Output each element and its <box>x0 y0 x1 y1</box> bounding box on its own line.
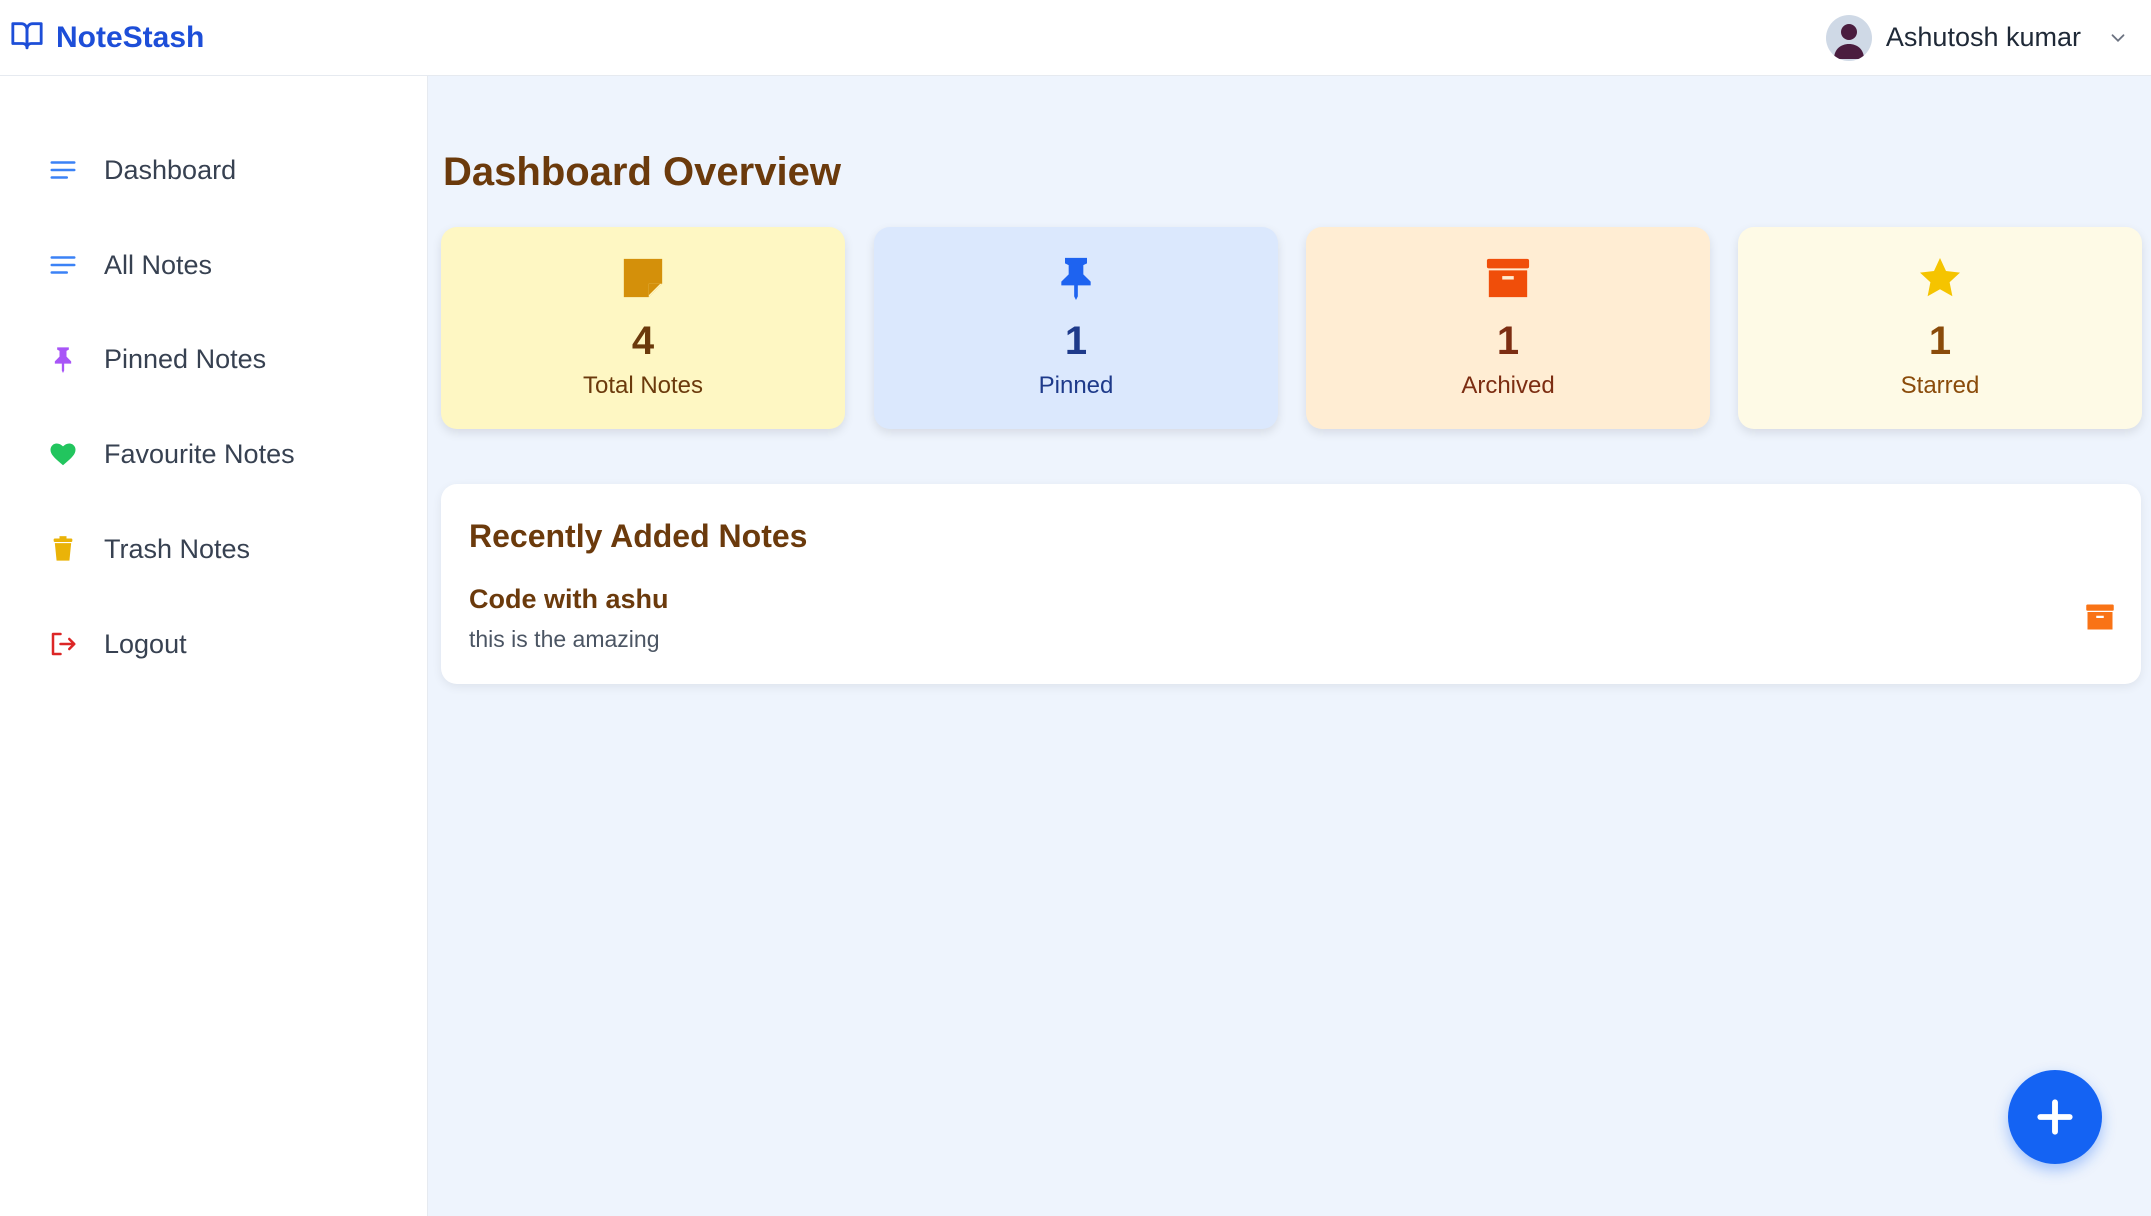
chevron-down-icon[interactable] <box>2107 27 2129 49</box>
note-title[interactable]: Code with ashu <box>469 584 669 615</box>
stat-card-pinned[interactable]: 1 Pinned <box>874 227 1278 429</box>
avatar[interactable] <box>1825 14 1872 61</box>
book-icon <box>10 18 44 57</box>
pin-icon <box>1051 253 1101 303</box>
star-icon <box>1915 253 1965 303</box>
main-content: Dashboard Overview 4 Total Notes 1 Pinne… <box>429 76 2151 1216</box>
sidebar-item-trash-notes[interactable]: Trash Notes <box>46 524 386 574</box>
stat-card-archived[interactable]: 1 Archived <box>1306 227 1710 429</box>
sidebar-item-label: Pinned Notes <box>104 343 267 374</box>
sidebar-item-favourite-notes[interactable]: Favourite Notes <box>46 429 386 479</box>
sidebar: Dashboard All Notes Pinned Notes Favouri… <box>0 76 428 1216</box>
sidebar-item-pinned-notes[interactable]: Pinned Notes <box>46 334 386 384</box>
trash-icon <box>46 532 80 566</box>
stat-card-starred[interactable]: 1 Starred <box>1738 227 2142 429</box>
stat-value: 1 <box>1496 319 1520 363</box>
brand[interactable]: NoteStash <box>10 18 204 57</box>
sidebar-item-label: Logout <box>104 628 187 659</box>
page-title: Dashboard Overview <box>443 150 841 194</box>
archive-icon[interactable] <box>2085 602 2115 632</box>
note-body: this is the amazing <box>469 626 660 652</box>
stat-label: Total Notes <box>582 372 704 399</box>
sidebar-item-label: Dashboard <box>104 154 237 185</box>
heart-icon <box>46 437 80 471</box>
sidebar-item-logout[interactable]: Logout <box>46 619 386 669</box>
app-name: NoteStash <box>56 20 205 54</box>
recent-notes-title: Recently Added Notes <box>469 518 808 554</box>
stat-label: Starred <box>1900 372 1980 399</box>
logout-icon <box>46 627 80 661</box>
list-icon <box>46 153 80 187</box>
sidebar-item-label: Trash Notes <box>104 533 251 564</box>
sidebar-item-all-notes[interactable]: All Notes <box>46 240 386 290</box>
sidebar-item-label: All Notes <box>104 249 213 280</box>
stat-label: Pinned <box>1038 372 1114 399</box>
stat-value: 4 <box>631 319 655 363</box>
top-bar: NoteStash Ashutosh kumar <box>0 0 2151 76</box>
user-menu[interactable]: Ashutosh kumar <box>1825 14 2129 61</box>
stat-value: 1 <box>1928 319 1952 363</box>
user-name[interactable]: Ashutosh kumar <box>1886 22 2081 53</box>
add-note-button[interactable] <box>2008 1070 2102 1164</box>
pin-icon <box>46 342 80 376</box>
archive-icon <box>1483 253 1533 303</box>
plus-icon <box>2037 1099 2073 1135</box>
stat-label: Archived <box>1461 372 1555 399</box>
sidebar-item-label: Favourite Notes <box>104 438 295 469</box>
recent-notes-panel: Recently Added Notes Code with ashu this… <box>441 484 2141 684</box>
sidebar-item-dashboard[interactable]: Dashboard <box>46 145 386 195</box>
list-icon <box>46 248 80 282</box>
stat-card-total-notes[interactable]: 4 Total Notes <box>441 227 845 429</box>
stat-value: 1 <box>1064 319 1088 363</box>
sticky-note-icon <box>618 253 668 303</box>
